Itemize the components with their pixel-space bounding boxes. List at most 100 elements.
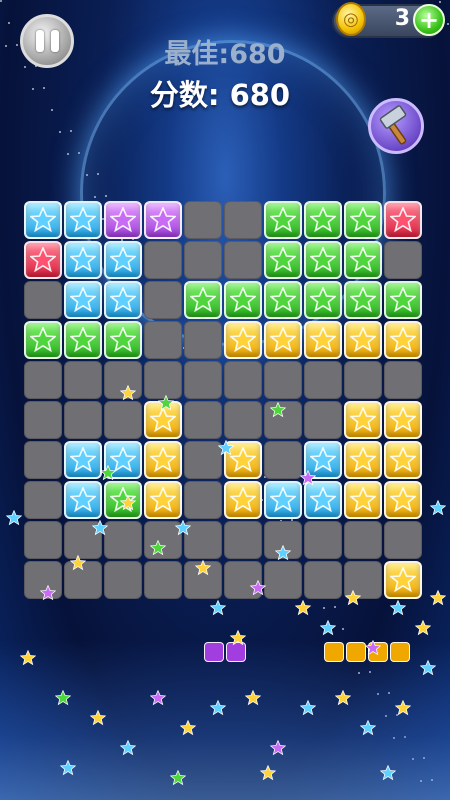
green-star-block[interactable]	[264, 201, 302, 239]
green-star-block[interactable]	[264, 281, 302, 319]
red-star-block[interactable]	[24, 241, 62, 279]
yellow-star-block[interactable]	[384, 401, 422, 439]
particle-star-icon	[299, 469, 317, 486]
blue-star-block[interactable]	[104, 281, 142, 319]
particle-star-icon	[429, 589, 447, 606]
particle-star-icon	[244, 689, 262, 706]
empty-cell	[304, 361, 342, 399]
yellow-star-block[interactable]	[224, 321, 262, 359]
particle-star-icon	[419, 659, 437, 676]
red-star-block[interactable]	[384, 201, 422, 239]
yellow-star-block[interactable]	[344, 401, 382, 439]
green-star-block[interactable]	[264, 241, 302, 279]
blue-star-block[interactable]	[24, 201, 62, 239]
empty-cell	[384, 241, 422, 279]
yellow-star-block[interactable]	[384, 441, 422, 479]
yellow-star-block[interactable]	[144, 441, 182, 479]
star-icon	[390, 447, 416, 473]
empty-cell	[384, 361, 422, 399]
green-star-block[interactable]	[304, 241, 342, 279]
yellow-star-block[interactable]	[344, 441, 382, 479]
yellow-star-block[interactable]	[384, 481, 422, 519]
empty-cell	[184, 481, 222, 519]
star-icon	[70, 447, 96, 473]
empty-cell	[184, 201, 222, 239]
green-star-block[interactable]	[344, 281, 382, 319]
green-star-block[interactable]	[64, 321, 102, 359]
particle-star-icon	[119, 739, 137, 756]
particle-star-icon	[5, 509, 23, 526]
green-star-block[interactable]	[24, 321, 62, 359]
star-icon	[30, 327, 56, 353]
star-icon	[70, 487, 96, 513]
green-star-block[interactable]	[224, 281, 262, 319]
green-star-block[interactable]	[304, 281, 342, 319]
purple-star-block[interactable]	[144, 201, 182, 239]
yellow-star-block[interactable]	[344, 321, 382, 359]
green-star-block[interactable]	[304, 201, 342, 239]
particle-star-icon	[39, 584, 57, 601]
star-icon	[230, 487, 256, 513]
purple-star-block[interactable]	[104, 201, 142, 239]
star-icon	[350, 447, 376, 473]
blue-star-block[interactable]	[64, 441, 102, 479]
star-icon	[270, 487, 296, 513]
yellow-star-block[interactable]	[344, 481, 382, 519]
star-icon	[270, 287, 296, 313]
blue-star-block[interactable]	[64, 201, 102, 239]
green-star-block[interactable]	[184, 281, 222, 319]
star-icon	[150, 487, 176, 513]
hammer-button[interactable]	[368, 98, 424, 154]
green-star-block[interactable]	[344, 201, 382, 239]
game-board	[24, 201, 422, 599]
yellow-mini-block	[390, 642, 410, 662]
particle-star-icon	[157, 394, 175, 411]
star-icon	[350, 407, 376, 433]
green-star-block[interactable]	[104, 321, 142, 359]
blue-star-block[interactable]	[64, 241, 102, 279]
star-icon	[70, 207, 96, 233]
empty-cell	[24, 521, 62, 559]
empty-cell	[224, 521, 262, 559]
yellow-star-block[interactable]	[144, 481, 182, 519]
green-star-block[interactable]	[344, 241, 382, 279]
particle-star-icon	[229, 629, 247, 646]
empty-cell	[24, 361, 62, 399]
star-icon	[310, 287, 336, 313]
empty-cell	[24, 281, 62, 319]
coin-count: 3	[394, 6, 410, 31]
yellow-star-block[interactable]	[384, 561, 422, 599]
empty-cell	[144, 361, 182, 399]
empty-cell	[184, 441, 222, 479]
blue-star-block[interactable]	[304, 481, 342, 519]
particle-star-icon	[174, 519, 192, 536]
star-icon	[390, 327, 416, 353]
blue-star-block[interactable]	[64, 281, 102, 319]
yellow-star-block[interactable]	[224, 481, 262, 519]
particle-star-icon	[429, 499, 447, 516]
particle-star-icon	[54, 689, 72, 706]
empty-cell	[104, 401, 142, 439]
empty-cell	[24, 401, 62, 439]
empty-cell	[144, 281, 182, 319]
green-star-block[interactable]	[384, 281, 422, 319]
star-icon	[70, 287, 96, 313]
empty-cell	[184, 241, 222, 279]
purple-mini-block	[204, 642, 224, 662]
blue-star-block[interactable]	[104, 241, 142, 279]
blue-star-block[interactable]	[64, 481, 102, 519]
blue-star-block[interactable]	[264, 481, 302, 519]
yellow-mini-block	[346, 642, 366, 662]
yellow-star-block[interactable]	[264, 321, 302, 359]
particle-star-icon	[359, 719, 377, 736]
yellow-mini-block	[324, 642, 344, 662]
yellow-star-block[interactable]	[384, 321, 422, 359]
empty-cell	[24, 441, 62, 479]
particle-star-icon	[149, 689, 167, 706]
star-icon	[230, 327, 256, 353]
star-icon	[310, 207, 336, 233]
empty-cell	[24, 481, 62, 519]
star-icon	[350, 247, 376, 273]
yellow-star-block[interactable]	[304, 321, 342, 359]
star-icon	[110, 287, 136, 313]
